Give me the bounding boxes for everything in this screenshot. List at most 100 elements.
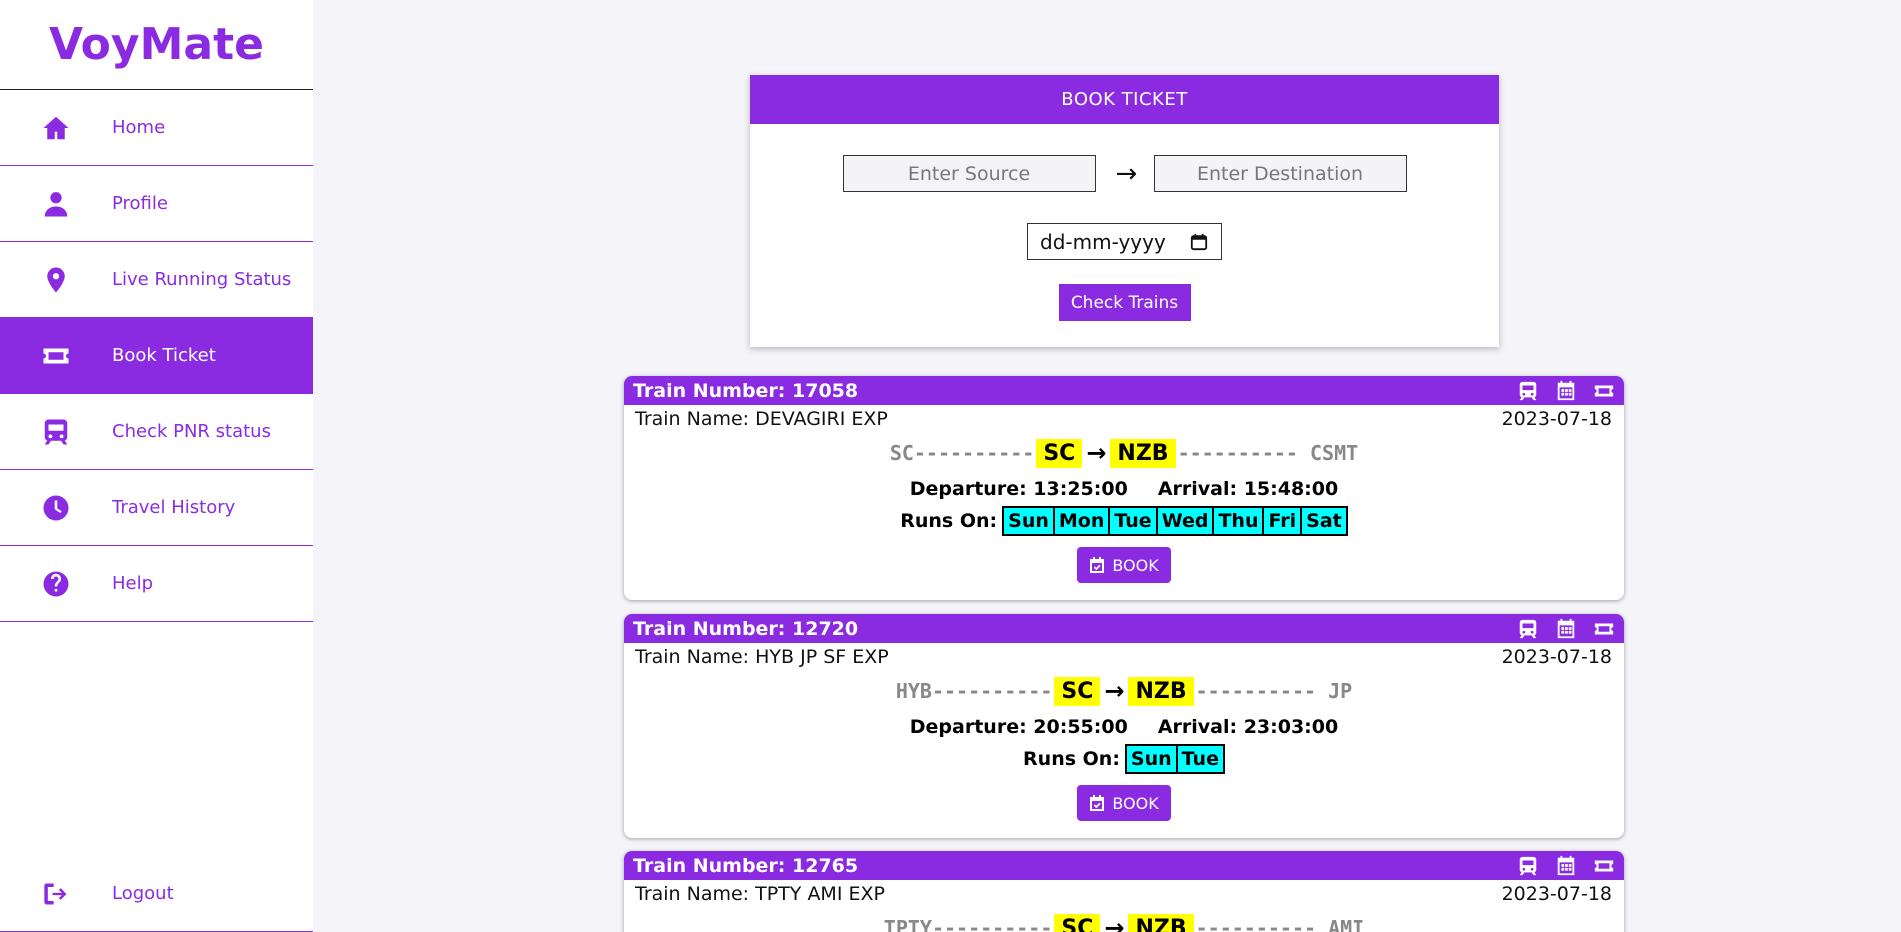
logout-icon	[28, 880, 84, 908]
book-row: BOOK	[624, 785, 1624, 821]
train-card-header: Train Number: 12720	[624, 614, 1624, 643]
arrow-right-icon: →	[1104, 677, 1125, 705]
brand-name: VoyMate	[49, 19, 264, 70]
train-header-icons	[1516, 618, 1616, 640]
map-pin-icon	[28, 265, 84, 295]
day-badge: Fri	[1263, 507, 1302, 535]
runs-on-label: Runs On:	[1023, 748, 1120, 770]
runs-on-row: Runs On: Sun Tue	[624, 742, 1624, 776]
sidebar-item-label: Travel History	[112, 497, 236, 518]
arrow-right-icon: →	[1104, 914, 1125, 932]
day-badge: Wed	[1156, 507, 1214, 535]
book-button[interactable]: BOOK	[1077, 785, 1171, 821]
run-days: Sun Mon Tue Wed Thu Fri Sat	[1002, 506, 1348, 536]
departure-time: Departure: 13:25:00	[909, 478, 1128, 500]
train-date: 2023-07-18	[1501, 408, 1612, 430]
clock-icon	[28, 493, 84, 523]
origin-station: HYB----------	[895, 679, 1053, 703]
sidebar-item-check-pnr-status[interactable]: Check PNR status	[0, 394, 313, 470]
day-badge: Thu	[1213, 507, 1264, 535]
sidebar: VoyMate Home Profile Live Running Status	[0, 0, 313, 932]
logout-button[interactable]: Logout	[0, 856, 313, 932]
app-root: VoyMate Home Profile Live Running Status	[0, 0, 1901, 932]
sidebar-item-help[interactable]: Help	[0, 546, 313, 622]
terminus-station: ---------- CSMT	[1177, 441, 1359, 465]
sidebar-item-label: Live Running Status	[112, 269, 292, 290]
sidebar-item-book-ticket[interactable]: Book Ticket	[0, 318, 313, 394]
destination-input[interactable]	[1153, 155, 1407, 192]
calendar-icon	[1557, 855, 1575, 875]
day-badge: Sun	[1125, 745, 1177, 773]
date-input[interactable]: dd-mm-yyyy	[1027, 223, 1222, 260]
to-station-badge: NZB	[1128, 676, 1194, 706]
to-station-badge: NZB	[1128, 913, 1194, 932]
source-input[interactable]	[842, 155, 1096, 192]
ticket-icon	[1594, 623, 1614, 634]
book-row: BOOK	[624, 547, 1624, 583]
calendar-icon[interactable]	[1189, 232, 1209, 252]
from-station-badge: SC	[1054, 676, 1101, 706]
from-station-badge: SC	[1036, 438, 1083, 468]
train-times: Departure: 20:55:00 Arrival: 23:03:00	[624, 712, 1624, 742]
train-date: 2023-07-18	[1501, 883, 1612, 905]
check-trains-button[interactable]: Check Trains	[1058, 284, 1191, 321]
brand-logo[interactable]: VoyMate	[0, 0, 313, 90]
day-badge: Tue	[1109, 507, 1157, 535]
train-number: Train Number: 17058	[633, 379, 859, 402]
calendar-icon	[1557, 380, 1575, 400]
run-days: Sun Tue	[1124, 744, 1225, 774]
calendar-check-icon	[1090, 557, 1105, 573]
train-times: Departure: 13:25:00 Arrival: 15:48:00	[624, 474, 1624, 504]
runs-on-row: Runs On: Sun Mon Tue Wed Thu Fri Sat	[624, 504, 1624, 538]
train-card-header: Train Number: 12765	[624, 851, 1624, 880]
departure-time: Departure: 20:55:00	[909, 716, 1128, 738]
origin-station: SC----------	[889, 441, 1035, 465]
home-icon	[28, 113, 84, 143]
from-station-badge: SC	[1054, 913, 1101, 932]
ticket-icon	[28, 341, 84, 371]
logout-label: Logout	[112, 883, 174, 904]
day-badge: Sun	[1003, 507, 1054, 535]
sidebar-item-home[interactable]: Home	[0, 90, 313, 166]
sidebar-item-live-running-status[interactable]: Live Running Status	[0, 242, 313, 318]
calendar-icon	[1557, 618, 1575, 638]
station-route: SC---------- SC → NZB ---------- CSMT	[624, 434, 1624, 472]
train-card: Train Number: 17058 Train Name: DEVAGIRI…	[624, 376, 1624, 600]
arrow-right-icon: →	[1086, 439, 1107, 467]
station-route: TPTY---------- SC → NZB ---------- AMI	[624, 909, 1624, 932]
arrival-time: Arrival: 23:03:00	[1157, 716, 1339, 738]
route-row: →	[750, 155, 1499, 192]
arrow-right-icon: →	[1115, 158, 1138, 189]
book-button[interactable]: BOOK	[1077, 547, 1171, 583]
train-header-icons	[1516, 380, 1616, 402]
train-card: Train Number: 12765 Train Name: TPTY AMI…	[624, 851, 1624, 932]
train-name: Train Name: TPTY AMI EXP	[635, 883, 885, 905]
arrival-time: Arrival: 15:48:00	[1157, 478, 1339, 500]
book-button-label: BOOK	[1112, 555, 1159, 575]
origin-station: TPTY----------	[883, 916, 1053, 932]
sidebar-item-label: Profile	[112, 193, 168, 214]
train-icon	[28, 417, 84, 447]
train-date: 2023-07-18	[1501, 646, 1612, 668]
check-row: Check Trains	[750, 284, 1499, 321]
train-number: Train Number: 12765	[633, 854, 859, 877]
day-badge: Mon	[1053, 507, 1110, 535]
help-icon	[28, 569, 84, 599]
sidebar-item-profile[interactable]: Profile	[0, 166, 313, 242]
ticket-icon	[1594, 385, 1614, 396]
sidebar-item-label: Home	[112, 117, 166, 138]
ticket-icon	[1594, 860, 1614, 871]
to-station-badge: NZB	[1110, 438, 1176, 468]
train-name: Train Name: HYB JP SF EXP	[635, 646, 889, 668]
train-card-header: Train Number: 17058	[624, 376, 1624, 405]
sidebar-item-travel-history[interactable]: Travel History	[0, 470, 313, 546]
sidebar-item-label: Help	[112, 573, 154, 594]
date-row: dd-mm-yyyy	[750, 223, 1499, 260]
day-badge: Tue	[1176, 745, 1224, 773]
terminus-station: ---------- AMI	[1195, 916, 1365, 932]
terminus-station: ---------- JP	[1195, 679, 1353, 703]
sidebar-item-label: Book Ticket	[112, 345, 216, 366]
calendar-check-icon	[1090, 795, 1105, 811]
train-name: Train Name: DEVAGIRI EXP	[635, 408, 888, 430]
book-ticket-card: BOOK TICKET → dd-mm-yyyy Check Trains	[750, 75, 1499, 347]
